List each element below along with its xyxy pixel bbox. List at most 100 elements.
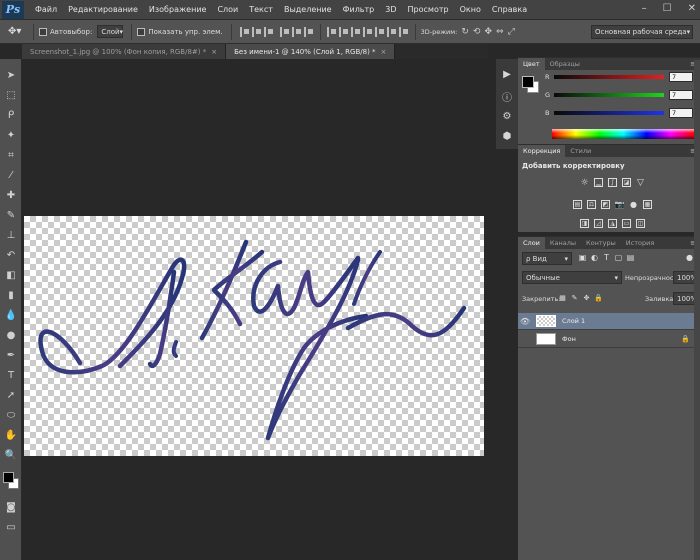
blur-tool-icon[interactable]: 💧 (3, 307, 19, 323)
type-tool-icon[interactable]: T (3, 367, 19, 383)
close-tab-icon[interactable]: × (211, 48, 217, 56)
brush-tool-icon[interactable]: ✎ (3, 207, 19, 223)
healing-brush-tool-icon[interactable]: ✚ (3, 187, 19, 203)
menu-edit[interactable]: Редактирование (68, 5, 138, 14)
tab-untitled[interactable]: Без имени-1 @ 140% (Слой 1, RGB/8) * × (226, 44, 396, 59)
menu-image[interactable]: Изображение (149, 5, 207, 14)
brightness-contrast-icon[interactable]: ☼ (580, 178, 589, 188)
quick-mask-icon[interactable]: ◙ (3, 499, 19, 515)
menu-type[interactable]: Текст (249, 5, 273, 14)
lock-all-icon[interactable]: 🔒 (594, 293, 603, 302)
tab-screenshot[interactable]: Screenshot_1.jpg @ 100% (Фон копия, RGB/… (22, 44, 227, 59)
path-selection-tool-icon[interactable]: ➚ (3, 387, 19, 403)
hand-tool-icon[interactable]: ✋ (3, 427, 19, 443)
autoselect-target-dropdown[interactable]: Слой ▾ (97, 25, 124, 38)
filter-shape-icon[interactable]: ▢ (614, 253, 623, 262)
distribute-left-icon[interactable] (362, 26, 373, 37)
photo-filter-icon[interactable]: 📷 (615, 200, 625, 209)
distribute-bottom-icon[interactable] (350, 26, 361, 37)
threshold-icon[interactable]: ◮ (608, 219, 617, 228)
layer-row-layer-1[interactable]: 👁 Слой 1 (518, 313, 700, 330)
marquee-tool-icon[interactable]: ⬚ (3, 87, 19, 103)
blend-mode-dropdown[interactable]: Обычные ▾ (522, 271, 622, 284)
foreground-color-swatch[interactable] (3, 472, 14, 483)
distribute-right-icon[interactable] (386, 26, 397, 37)
tab-color[interactable]: Цвет (518, 58, 545, 70)
shape-tool-icon[interactable]: ⬭ (3, 407, 19, 423)
tab-styles[interactable]: Стили (565, 145, 596, 157)
menu-file[interactable]: Файл (35, 5, 57, 14)
tab-swatches[interactable]: Образцы (545, 58, 585, 70)
gradient-map-icon[interactable]: ▭ (622, 219, 631, 228)
auto-align-icon[interactable] (398, 26, 409, 37)
color-balance-icon[interactable]: ⚖ (587, 200, 596, 209)
distribute-top-icon[interactable] (326, 26, 337, 37)
layer-row-background[interactable]: Фон 🔒 (518, 331, 700, 348)
distribute-vcenter-icon[interactable] (338, 26, 349, 37)
workspace-dropdown[interactable]: Основная рабочая среда ▾ (591, 25, 693, 39)
play-action-icon[interactable]: ▶ (500, 67, 514, 81)
layer-filter-kind-dropdown[interactable]: ρ Вид ▾ (522, 252, 572, 265)
menu-layers[interactable]: Слои (217, 5, 238, 14)
slide-3d-icon[interactable]: ⇔ (496, 27, 504, 37)
scale-3d-icon[interactable]: ⤢ (508, 27, 515, 37)
info-panel-icon[interactable]: ⓘ (500, 89, 514, 104)
tab-layers[interactable]: Слои (518, 237, 545, 249)
green-slider[interactable] (554, 93, 664, 97)
show-transform-option[interactable]: Показать упр. элем. (137, 27, 223, 36)
align-right-icon[interactable] (303, 26, 314, 37)
align-vcenter-icon[interactable] (251, 26, 262, 37)
menu-3d[interactable]: 3D (385, 5, 396, 14)
menu-filter[interactable]: Фильтр (343, 5, 375, 14)
panel-scrollbar[interactable] (694, 60, 700, 560)
menu-window[interactable]: Окно (460, 5, 481, 14)
filter-pixel-icon[interactable]: ▣ (578, 253, 587, 262)
menu-view[interactable]: Просмотр (408, 5, 449, 14)
align-hcenter-icon[interactable] (291, 26, 302, 37)
distribute-hcenter-icon[interactable] (374, 26, 385, 37)
zoom-tool-icon[interactable]: 🔍 (3, 447, 19, 463)
eyedropper-tool-icon[interactable]: ⁄ (3, 167, 19, 183)
lock-transparency-icon[interactable]: ▦ (558, 293, 567, 302)
opacity-field[interactable]: 100% (673, 271, 697, 284)
red-value-field[interactable]: 7 (669, 72, 693, 82)
posterize-icon[interactable]: ◿ (594, 219, 603, 228)
tab-paths[interactable]: Контуры (581, 237, 621, 249)
tab-channels[interactable]: Каналы (545, 237, 581, 249)
color-lookup-icon[interactable]: ▦ (643, 200, 652, 209)
gradient-tool-icon[interactable]: ▮ (3, 287, 19, 303)
align-bottom-icon[interactable] (263, 26, 274, 37)
history-brush-tool-icon[interactable]: ↶ (3, 247, 19, 263)
foreground-color-swatch[interactable] (522, 76, 534, 88)
color-spectrum-ramp[interactable] (552, 129, 694, 139)
selective-color-icon[interactable]: ◫ (636, 219, 645, 228)
fill-field[interactable]: 100% (673, 292, 697, 305)
lock-pixels-icon[interactable]: ✎ (570, 293, 579, 302)
clone-stamp-tool-icon[interactable]: ⊥ (3, 227, 19, 243)
eraser-tool-icon[interactable]: ◧ (3, 267, 19, 283)
close-tab-icon[interactable]: × (381, 48, 387, 56)
screen-mode-icon[interactable]: ▭ (3, 519, 19, 535)
filter-smart-object-icon[interactable]: ▤ (626, 253, 635, 262)
lock-position-icon[interactable]: ✥ (582, 293, 591, 302)
close-icon[interactable]: ✕ (688, 3, 696, 14)
filter-toggle-icon[interactable]: ● (685, 253, 694, 262)
roll-3d-icon[interactable]: ⟲ (473, 27, 481, 37)
tab-history[interactable]: История (621, 237, 659, 249)
curves-icon[interactable]: ∫ (608, 178, 617, 187)
exposure-icon[interactable]: ◪ (622, 178, 631, 187)
red-slider[interactable] (554, 75, 664, 79)
lasso-tool-icon[interactable]: ᑭ (3, 107, 19, 123)
dodge-tool-icon[interactable]: ● (3, 327, 19, 343)
vibrance-icon[interactable]: ▽ (636, 178, 645, 188)
blue-value-field[interactable]: 7 (669, 108, 693, 118)
3d-panel-icon[interactable]: ⬢ (500, 129, 514, 143)
black-white-icon[interactable]: ◩ (601, 200, 610, 209)
align-top-icon[interactable] (239, 26, 250, 37)
minimize-icon[interactable]: – (642, 3, 647, 14)
pan-3d-icon[interactable]: ✥ (484, 27, 492, 37)
rotate-3d-icon[interactable]: ↻ (461, 27, 469, 37)
pen-tool-icon[interactable]: ✒ (3, 347, 19, 363)
maximize-icon[interactable]: ☐ (663, 3, 672, 14)
move-tool-icon[interactable]: ➤ (3, 67, 19, 83)
